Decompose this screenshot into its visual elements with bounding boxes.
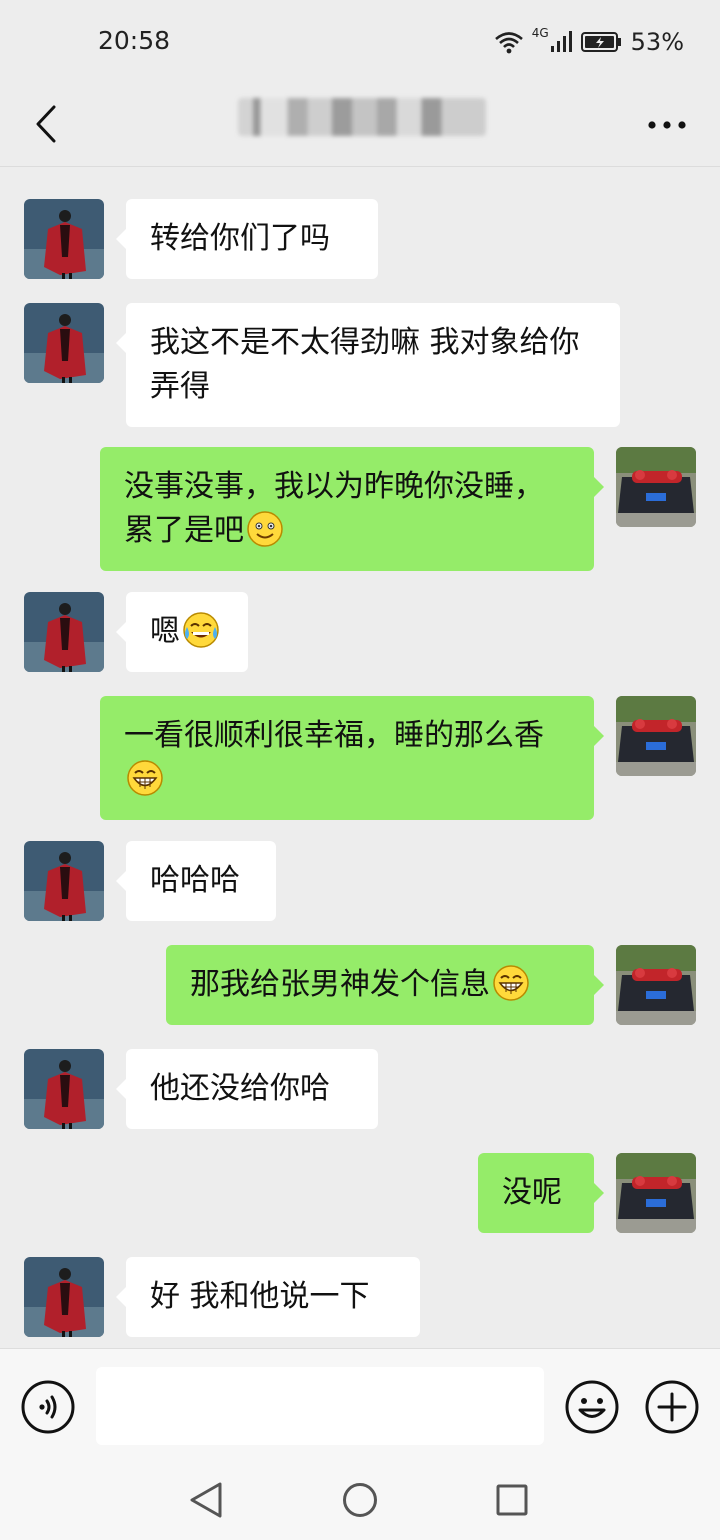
message-row-incoming: 转给你们了吗 [0,199,720,279]
more-icon [648,121,686,129]
message-bubble-incoming[interactable]: 嗯 [116,592,248,672]
contact-avatar[interactable] [24,303,104,383]
plus-icon [645,1380,699,1434]
status-time: 20:58 [98,26,171,55]
status-bar: 20:58 4G 53% [0,0,720,84]
message-text: 嗯 [150,614,180,649]
more-functions-button[interactable] [644,1379,700,1435]
more-button[interactable] [642,100,692,150]
chat-title-redacted [238,98,486,136]
back-arrow-icon [36,105,56,143]
grin-emoji-icon [127,760,163,796]
nav-recent-apps-button[interactable] [494,1480,530,1520]
message-input[interactable] [96,1367,544,1445]
message-bubble-outgoing[interactable]: 没事没事，我以为昨晚你没睡，累了是吧 [100,447,604,571]
grin-emoji-icon [493,965,529,1001]
contact-avatar[interactable] [24,1049,104,1129]
tears-of-joy-emoji-icon [183,612,219,648]
contact-avatar[interactable] [24,841,104,921]
message-bubble-incoming[interactable]: 哈哈哈 [116,841,276,921]
back-button[interactable] [24,94,68,154]
message-row-outgoing: 一看很顺利很幸福，睡的那么香 [0,696,720,820]
contact-avatar[interactable] [24,1257,104,1337]
voice-icon [21,1380,75,1434]
message-bubble-outgoing[interactable]: 那我给张男神发个信息 [166,945,604,1025]
status-icons: 4G 53% [494,26,684,58]
message-text: 一看很顺利很幸福，睡的那么香 [124,718,544,753]
chat-header [0,84,720,167]
battery-icon [580,32,621,52]
network-type-label: 4G [531,26,549,40]
message-row-outgoing: 没呢 [0,1153,720,1233]
nav-back-icon [190,1482,222,1518]
nav-home-button[interactable] [341,1480,379,1520]
wifi-icon [494,32,523,54]
message-bubble-outgoing[interactable]: 没呢 [478,1153,604,1233]
system-navigation-bar [0,1460,720,1540]
message-text: 我这不是不太得劲嘛 我对象给你弄得 [150,325,580,404]
message-bubble-incoming[interactable]: 他还没给你哈 [116,1049,378,1129]
message-text: 没事没事，我以为昨晚你没睡，累了是吧 [124,469,544,548]
message-row-incoming: 我这不是不太得劲嘛 我对象给你弄得 [0,303,720,427]
contact-avatar[interactable] [24,199,104,279]
contact-avatar[interactable] [24,592,104,672]
emoji-icon [565,1380,619,1434]
message-row-incoming: 他还没给你哈 [0,1049,720,1129]
message-text: 好 我和他说一下 [150,1279,370,1314]
my-avatar[interactable] [616,1153,696,1233]
message-text: 转给你们了吗 [150,221,330,256]
message-row-incoming: 好 我和他说一下 [0,1257,720,1337]
nav-home-icon [343,1483,377,1517]
emoji-button[interactable] [564,1379,620,1435]
my-avatar[interactable] [616,945,696,1025]
input-bar [0,1348,720,1461]
message-row-outgoing: 那我给张男神发个信息 [0,945,720,1025]
message-text: 哈哈哈 [150,863,240,898]
message-bubble-incoming[interactable]: 转给你们了吗 [116,199,378,279]
nav-back-button[interactable] [188,1480,224,1520]
message-row-outgoing: 没事没事，我以为昨晚你没睡，累了是吧 [0,447,720,571]
battery-level: 53% [630,28,684,56]
message-row-incoming: 哈哈哈 [0,841,720,921]
message-text: 没呢 [502,1175,562,1210]
message-bubble-incoming[interactable]: 好 我和他说一下 [116,1257,420,1337]
smile-emoji-icon [247,511,283,547]
message-bubble-incoming[interactable]: 我这不是不太得劲嘛 我对象给你弄得 [116,303,620,427]
signal-icon [550,31,572,52]
message-bubble-outgoing[interactable]: 一看很顺利很幸福，睡的那么香 [100,696,604,820]
message-text: 他还没给你哈 [150,1071,330,1106]
message-row-incoming: 嗯 [0,592,720,672]
voice-button[interactable] [20,1379,76,1435]
my-avatar[interactable] [616,696,696,776]
message-text: 那我给张男神发个信息 [190,967,490,1002]
my-avatar[interactable] [616,447,696,527]
message-list[interactable]: 转给你们了吗 我这不是不太得劲嘛 我对象给你弄得 没事没事，我以为昨晚你没睡，累… [0,167,720,1347]
nav-recent-icon [496,1484,528,1516]
